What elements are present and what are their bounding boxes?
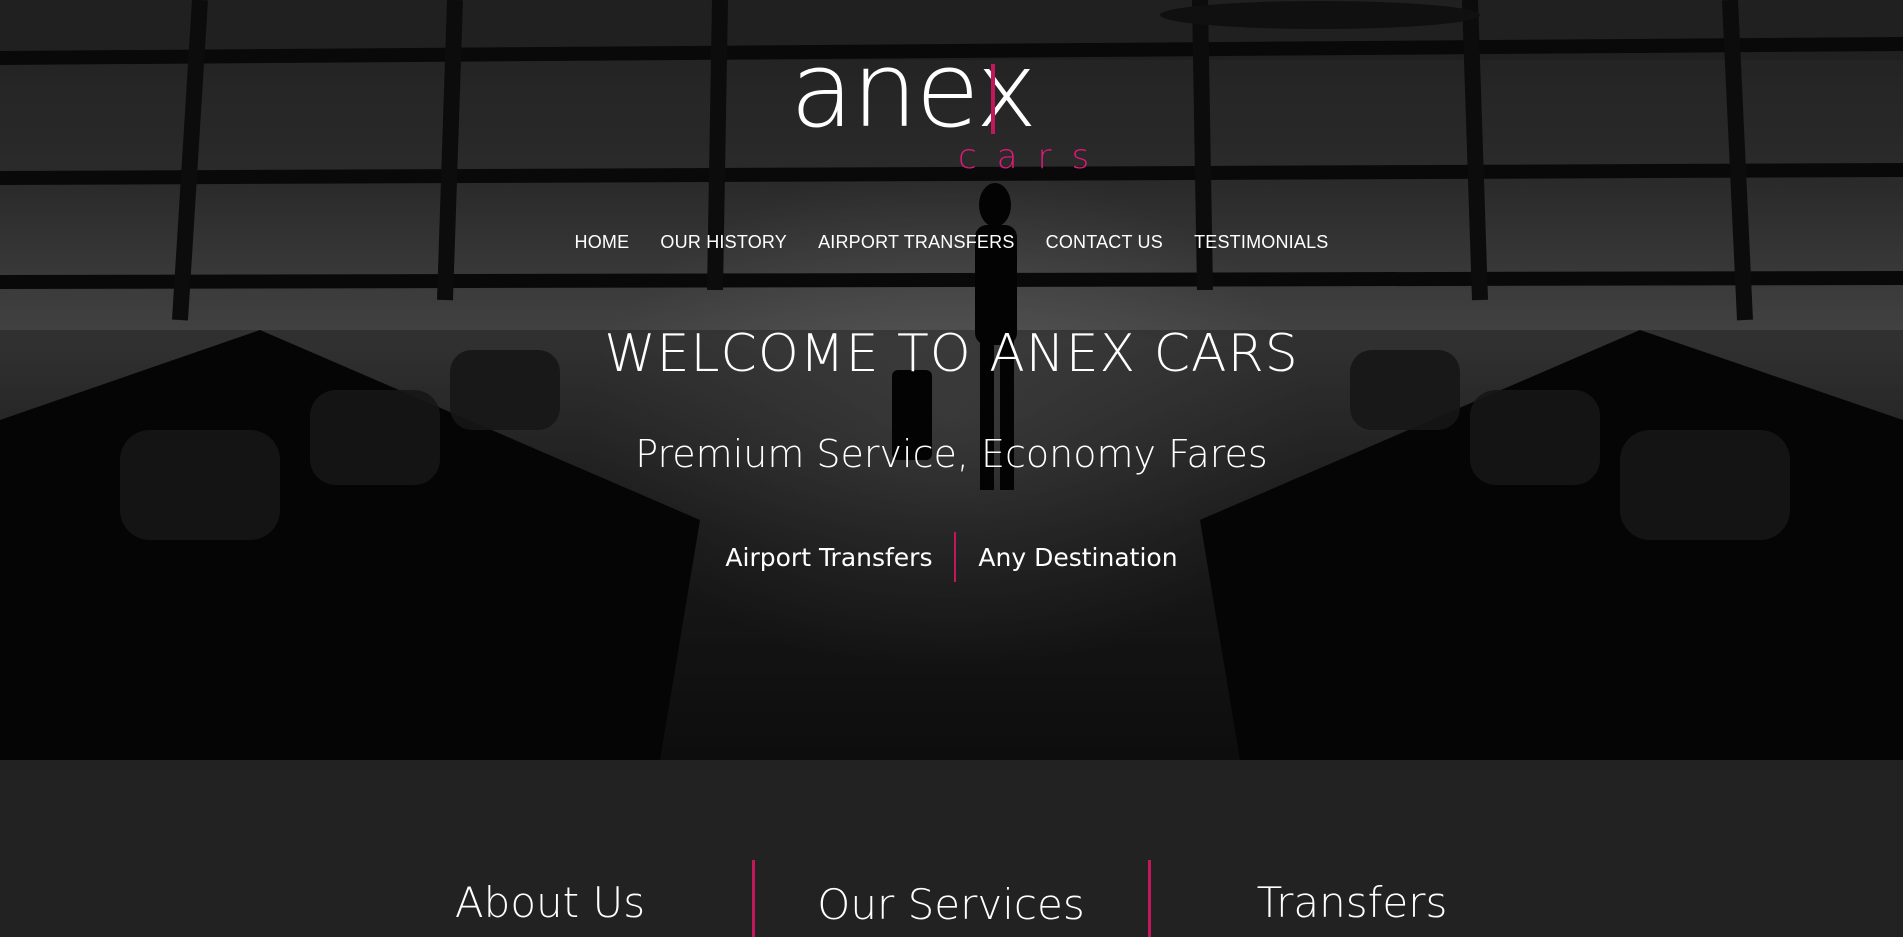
logo-subtext: cars — [958, 137, 1110, 177]
about-us-heading: About Us — [454, 878, 646, 927]
logo-word: anex — [790, 29, 1037, 151]
nav-our-history[interactable]: OUR HISTORY — [660, 232, 787, 253]
logo-accent-bar — [991, 64, 995, 134]
tag-divider — [954, 532, 957, 582]
brand-logo[interactable]: anex cars — [790, 38, 1110, 182]
nav-home[interactable]: HOME — [575, 232, 630, 253]
hero-subtitle: Premium Service, Economy Fares — [635, 432, 1268, 476]
hero-title: WELCOME TO ANEX CARS — [604, 324, 1299, 384]
nav-airport-transfers[interactable]: AIRPORT TRANSFERS — [818, 232, 1014, 253]
tag-airport-transfers: Airport Transfers — [725, 542, 933, 572]
tag-any-destination: Any Destination — [978, 542, 1178, 572]
our-services-heading: Our Services — [817, 880, 1085, 929]
transfers-heading: Transfers — [1256, 878, 1448, 927]
main-navigation: HOME OUR HISTORY AIRPORT TRANSFERS CONTA… — [0, 232, 1903, 253]
nav-contact-us[interactable]: CONTACT US — [1046, 232, 1163, 253]
hero-banner: anex cars HOME OUR HISTORY AIRPORT TRANS… — [0, 0, 1903, 760]
column-divider-1 — [752, 860, 755, 937]
nav-testimonials[interactable]: TESTIMONIALS — [1194, 232, 1328, 253]
column-divider-2 — [1148, 860, 1151, 937]
hero-tags: Airport Transfers Any Destination — [0, 532, 1903, 582]
